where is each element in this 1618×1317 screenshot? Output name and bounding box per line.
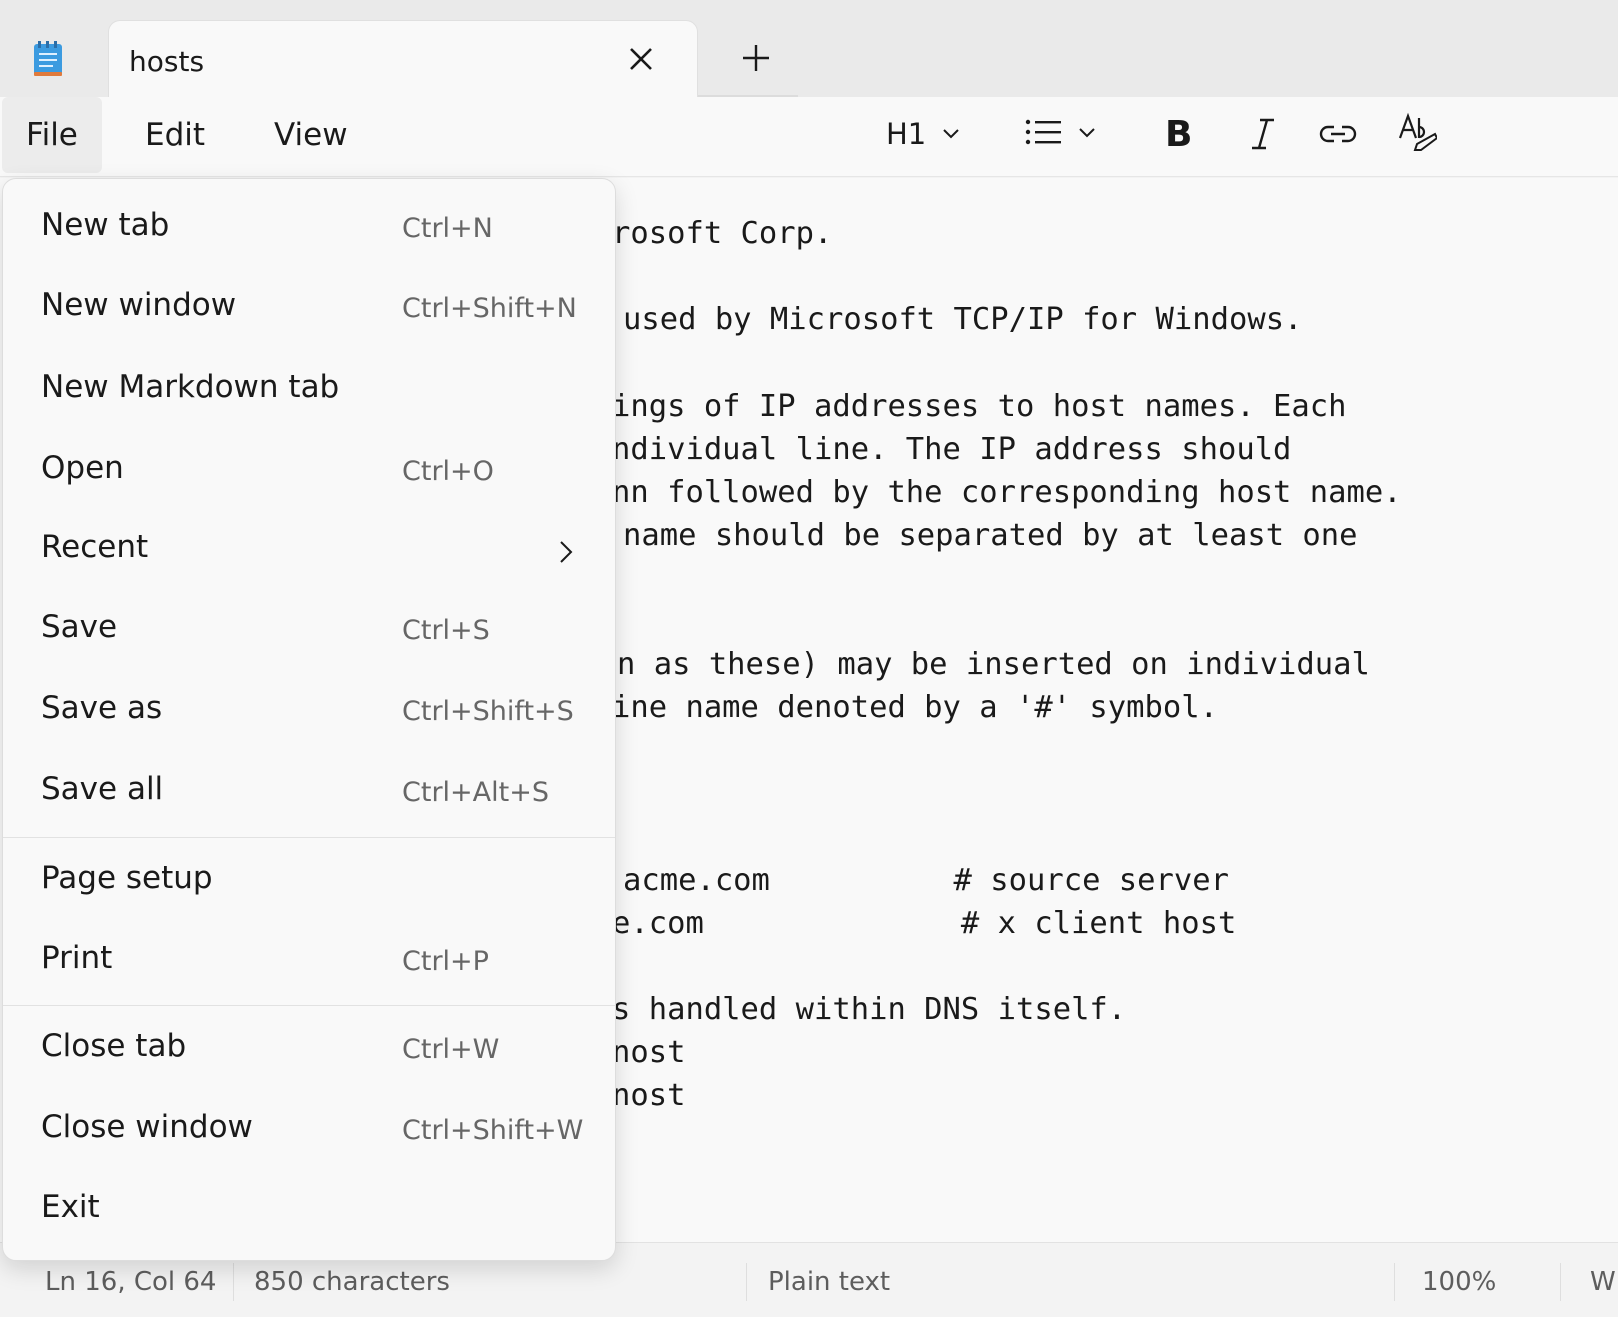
status-divider: [233, 1263, 234, 1301]
menu-item-close-window[interactable]: Close window Ctrl+Shift+W: [3, 1089, 615, 1169]
editor-line: acme.com # source server: [623, 863, 1229, 898]
link-icon[interactable]: [1318, 109, 1358, 159]
menu-item-label: Page setup: [41, 860, 213, 896]
menu-item-save-all[interactable]: Save all Ctrl+Alt+S: [3, 751, 615, 831]
text-format[interactable]: Plain text: [768, 1267, 890, 1297]
chevron-down-icon: [1076, 121, 1098, 147]
menu-item-label: Recent: [41, 529, 149, 565]
cursor-position[interactable]: Ln 16, Col 64: [45, 1267, 216, 1297]
menu-item-label: Exit: [41, 1189, 100, 1225]
chevron-down-icon: [940, 117, 962, 151]
editor-line: ndividual line. The IP address should: [612, 432, 1292, 467]
menu-separator: [3, 1005, 615, 1006]
zoom-level[interactable]: 100%: [1422, 1267, 1496, 1297]
menu-item-new-window[interactable]: New window Ctrl+Shift+N: [3, 267, 615, 347]
editor-line: ings of IP addresses to host names. Each: [612, 389, 1347, 424]
menu-bar: File Edit View H1 B: [0, 97, 1618, 177]
menu-item-shortcut: Ctrl+Shift+N: [402, 293, 577, 324]
menu-separator: [3, 837, 615, 838]
heading-dropdown[interactable]: H1: [886, 109, 962, 159]
menu-item-new-markdown-tab[interactable]: New Markdown tab: [3, 349, 615, 429]
menu-item-label: Close tab: [41, 1028, 187, 1064]
menu-view[interactable]: View: [250, 97, 372, 173]
spellcheck-icon[interactable]: [1397, 109, 1437, 159]
list-dropdown[interactable]: [1024, 109, 1098, 159]
menu-item-exit[interactable]: Exit: [3, 1169, 615, 1249]
menu-item-close-tab[interactable]: Close tab Ctrl+W: [3, 1008, 615, 1088]
menu-item-label: New tab: [41, 207, 170, 243]
menu-item-label: Open: [41, 450, 124, 486]
menu-item-shortcut: Ctrl+S: [402, 615, 490, 646]
editor-line: nost: [612, 1078, 686, 1113]
menu-item-shortcut: Ctrl+Shift+S: [402, 696, 574, 727]
editor-line: e.com # x client host: [612, 906, 1237, 941]
menu-item-shortcut: Ctrl+W: [402, 1034, 500, 1065]
chevron-right-icon: [555, 537, 577, 567]
menu-edit[interactable]: Edit: [121, 97, 229, 173]
menu-item-label: Save: [41, 609, 118, 645]
character-count: 850 characters: [254, 1267, 450, 1297]
menu-item-label: Print: [41, 940, 113, 976]
editor-line: s handled within DNS itself.: [612, 992, 1127, 1027]
menu-item-shortcut: Ctrl+Alt+S: [402, 777, 549, 808]
title-bar: hosts: [0, 0, 1618, 100]
status-divider: [746, 1263, 747, 1301]
editor-line: n as these) may be inserted on individua…: [617, 647, 1370, 682]
editor-line: nost: [612, 1035, 686, 1070]
menu-item-label: New window: [41, 287, 237, 323]
bold-button[interactable]: B: [1165, 109, 1192, 159]
file-menu: New tab Ctrl+N New window Ctrl+Shift+N N…: [2, 178, 616, 1261]
editor-line: nn followed by the corresponding host na…: [612, 475, 1402, 510]
tab-hosts[interactable]: hosts: [108, 20, 698, 100]
close-tab-icon[interactable]: [621, 39, 661, 79]
menu-item-recent[interactable]: Recent: [3, 509, 615, 589]
menu-item-label: Close window: [41, 1109, 253, 1145]
menu-item-shortcut: Ctrl+O: [402, 456, 494, 487]
editor-line: used by Microsoft TCP/IP for Windows.: [623, 302, 1303, 337]
editor-line: ine name denoted by a '#' symbol.: [612, 690, 1218, 725]
menu-item-save-as[interactable]: Save as Ctrl+Shift+S: [3, 670, 615, 750]
heading-label: H1: [886, 117, 927, 151]
menu-item-page-setup[interactable]: Page setup: [3, 840, 615, 920]
editor-line: name should be separated by at least one: [623, 518, 1358, 553]
italic-icon[interactable]: [1246, 109, 1280, 159]
notepad-icon: [32, 38, 66, 78]
menu-item-shortcut: Ctrl+Shift+W: [402, 1115, 584, 1146]
menu-item-new-tab[interactable]: New tab Ctrl+N: [3, 187, 615, 267]
menu-item-save[interactable]: Save Ctrl+S: [3, 589, 615, 669]
menu-item-label: Save as: [41, 690, 163, 726]
menu-item-shortcut: Ctrl+N: [402, 213, 493, 244]
menu-item-label: Save all: [41, 771, 164, 807]
line-ending[interactable]: W: [1590, 1267, 1616, 1297]
menu-item-shortcut: Ctrl+P: [402, 946, 489, 977]
menu-file[interactable]: File: [2, 97, 102, 173]
status-divider: [1394, 1263, 1395, 1301]
menu-item-label: New Markdown tab: [41, 369, 340, 405]
menu-item-open[interactable]: Open Ctrl+O: [3, 430, 615, 510]
tab-title: hosts: [129, 45, 205, 78]
status-divider: [1560, 1263, 1561, 1301]
bulleted-list-icon: [1024, 117, 1064, 151]
new-tab-icon[interactable]: [736, 38, 776, 78]
menu-item-print[interactable]: Print Ctrl+P: [3, 920, 615, 1000]
editor-line: rosoft Corp.: [612, 216, 833, 251]
